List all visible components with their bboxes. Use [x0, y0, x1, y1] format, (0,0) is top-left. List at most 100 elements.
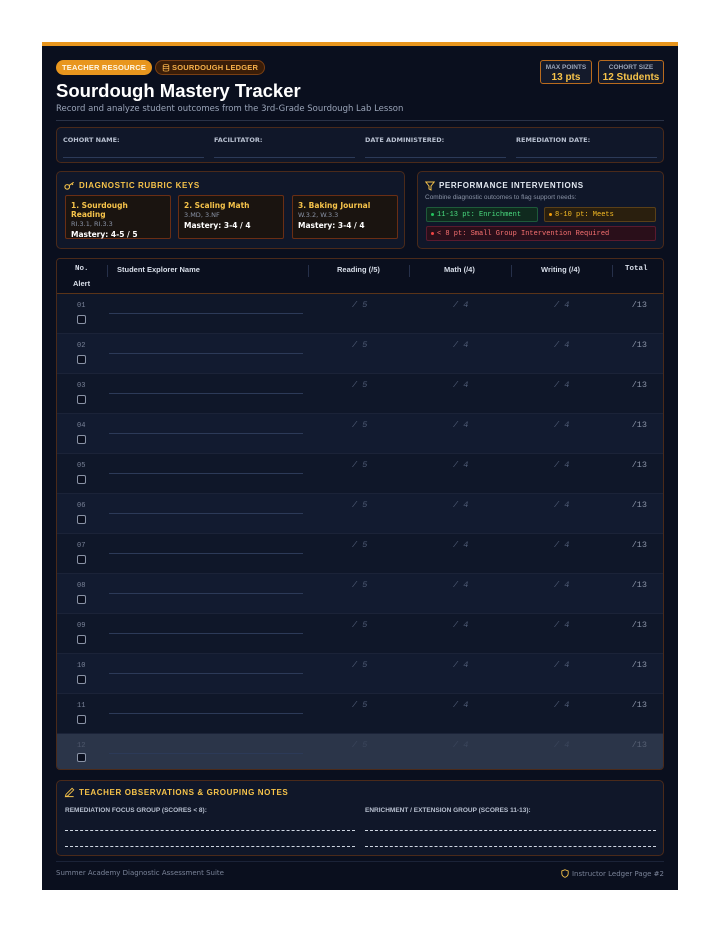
- table-row: 11 / 5 / 4 / 4 /13: [57, 694, 663, 734]
- alert-checkbox[interactable]: [77, 715, 86, 724]
- max-points-value: 13 pts: [551, 72, 581, 83]
- header-separator: [308, 265, 309, 277]
- cohort-name-field[interactable]: [63, 157, 204, 158]
- rubric-title: DIAGNOSTIC RUBRIC KEYS: [79, 181, 200, 190]
- row-number: 08: [77, 582, 86, 590]
- reading-score[interactable]: / 5: [352, 300, 367, 310]
- math-score[interactable]: / 4: [453, 300, 468, 310]
- student-name-field[interactable]: [109, 313, 303, 314]
- reading-score[interactable]: / 5: [352, 700, 367, 710]
- small-group-chip-label: < 8 pt: Small Group Intervention Require…: [437, 229, 610, 238]
- student-name-field[interactable]: [109, 633, 303, 634]
- alert-checkbox[interactable]: [77, 555, 86, 564]
- math-score[interactable]: / 4: [453, 620, 468, 630]
- footer-suite-name: Summer Academy Diagnostic Assessment Sui…: [56, 869, 224, 877]
- reading-score[interactable]: / 5: [352, 500, 367, 510]
- cohort-size-label: COHORT SIZE: [608, 64, 654, 71]
- reading-score[interactable]: / 5: [352, 620, 367, 630]
- reading-score[interactable]: / 5: [352, 420, 367, 430]
- reading-score[interactable]: / 5: [352, 580, 367, 590]
- writing-score[interactable]: / 4: [554, 540, 569, 550]
- header-divider: [56, 120, 664, 121]
- rubric-card-math: 2. Scaling Math 3.MD, 3.NF Mastery: 3-4 …: [178, 195, 284, 239]
- table-header: No. Alert Student Explorer Name Reading …: [57, 259, 663, 294]
- total-score: /13: [631, 740, 647, 750]
- total-score: /13: [631, 620, 647, 630]
- writing-score[interactable]: / 4: [554, 460, 569, 470]
- math-score[interactable]: / 4: [453, 580, 468, 590]
- remediation-notes-line[interactable]: [65, 830, 355, 831]
- reading-score[interactable]: / 5: [352, 380, 367, 390]
- alert-checkbox[interactable]: [77, 675, 86, 684]
- student-name-field[interactable]: [109, 593, 303, 594]
- writing-score[interactable]: / 4: [554, 620, 569, 630]
- remediation-group-label: REMEDIATION FOCUS GROUP (SCORES < 8):: [65, 807, 207, 814]
- sourdough-ledger-badge: SOURDOUGH LEDGER: [155, 60, 266, 75]
- total-score: /13: [631, 420, 647, 430]
- reading-score[interactable]: / 5: [352, 660, 367, 670]
- student-name-field[interactable]: [109, 473, 303, 474]
- row-number: 03: [77, 382, 86, 390]
- math-score[interactable]: / 4: [453, 380, 468, 390]
- student-name-field[interactable]: [109, 513, 303, 514]
- header-total: Total: [625, 265, 648, 273]
- facilitator-field[interactable]: [214, 157, 355, 158]
- writing-score[interactable]: / 4: [554, 660, 569, 670]
- header-student-name: Student Explorer Name: [117, 265, 200, 274]
- table-row: 04 / 5 / 4 / 4 /13: [57, 414, 663, 454]
- meets-dot-icon: [549, 213, 552, 216]
- table-row: 05 / 5 / 4 / 4 /13: [57, 454, 663, 494]
- alert-checkbox[interactable]: [77, 395, 86, 404]
- writing-score[interactable]: / 4: [554, 500, 569, 510]
- alert-checkbox[interactable]: [77, 315, 86, 324]
- math-score[interactable]: / 4: [453, 500, 468, 510]
- writing-score[interactable]: / 4: [554, 300, 569, 310]
- math-score[interactable]: / 4: [453, 460, 468, 470]
- math-score[interactable]: / 4: [453, 740, 468, 750]
- alert-checkbox[interactable]: [77, 595, 86, 604]
- alert-checkbox[interactable]: [77, 753, 86, 762]
- shield-icon: [561, 869, 569, 878]
- date-administered-field[interactable]: [365, 157, 506, 158]
- alert-checkbox[interactable]: [77, 355, 86, 364]
- student-name-field[interactable]: [109, 753, 303, 754]
- alert-checkbox[interactable]: [77, 515, 86, 524]
- writing-score[interactable]: / 4: [554, 380, 569, 390]
- writing-score[interactable]: / 4: [554, 700, 569, 710]
- alert-checkbox[interactable]: [77, 635, 86, 644]
- enrichment-notes-line[interactable]: [365, 846, 656, 847]
- enrichment-chip: 11-13 pt: Enrichment: [426, 207, 538, 222]
- math-score[interactable]: / 4: [453, 540, 468, 550]
- student-name-field[interactable]: [109, 713, 303, 714]
- observations-title: TEACHER OBSERVATIONS & GROUPING NOTES: [79, 788, 289, 797]
- student-name-field[interactable]: [109, 433, 303, 434]
- rubric-card-mastery: Mastery: 3-4 / 4: [184, 221, 251, 230]
- remediation-date-field[interactable]: [516, 157, 657, 158]
- reading-score[interactable]: / 5: [352, 460, 367, 470]
- enrichment-notes-line[interactable]: [365, 830, 656, 831]
- alert-checkbox[interactable]: [77, 435, 86, 444]
- key-icon: [64, 181, 74, 190]
- table-row: 09 / 5 / 4 / 4 /13: [57, 614, 663, 654]
- writing-score[interactable]: / 4: [554, 340, 569, 350]
- teacher-resource-badge: TEACHER RESOURCE: [56, 60, 153, 75]
- alert-checkbox[interactable]: [77, 475, 86, 484]
- remediation-notes-line[interactable]: [65, 846, 355, 847]
- student-name-field[interactable]: [109, 553, 303, 554]
- math-score[interactable]: / 4: [453, 340, 468, 350]
- writing-score[interactable]: / 4: [554, 420, 569, 430]
- reading-score[interactable]: / 5: [352, 340, 367, 350]
- row-number: 12: [77, 742, 86, 750]
- student-name-field[interactable]: [109, 673, 303, 674]
- math-score[interactable]: / 4: [453, 420, 468, 430]
- reading-score[interactable]: / 5: [352, 540, 367, 550]
- writing-score[interactable]: / 4: [554, 580, 569, 590]
- total-score: /13: [631, 340, 647, 350]
- math-score[interactable]: / 4: [453, 660, 468, 670]
- math-score[interactable]: / 4: [453, 700, 468, 710]
- student-name-field[interactable]: [109, 393, 303, 394]
- writing-score[interactable]: / 4: [554, 740, 569, 750]
- reading-score[interactable]: / 5: [352, 740, 367, 750]
- student-name-field[interactable]: [109, 353, 303, 354]
- row-number: 01: [77, 302, 86, 310]
